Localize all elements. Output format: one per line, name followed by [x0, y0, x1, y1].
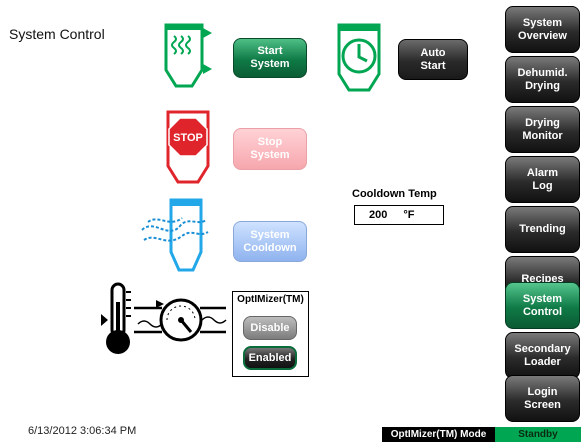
nav-login-screen[interactable]: Login Screen: [505, 375, 580, 422]
cooldown-temp-value: 200: [369, 209, 388, 221]
clock-hopper-icon: [337, 23, 381, 92]
optimizer-title: OptIMizer(TM): [237, 294, 304, 305]
auto-start-button[interactable]: Auto Start: [398, 39, 468, 80]
stop-system-button[interactable]: Stop System: [233, 128, 307, 170]
optimizer-panel: OptIMizer(TM) Disable Enabled: [232, 291, 309, 377]
svg-text:STOP: STOP: [173, 132, 203, 144]
optimizer-enabled-button[interactable]: Enabled: [243, 346, 297, 370]
nav-drying-monitor[interactable]: Drying Monitor: [505, 106, 580, 153]
nav-secondary-loader[interactable]: Secondary Loader: [505, 332, 580, 379]
status-badge: Standby: [495, 427, 581, 442]
stop-hopper-icon: STOP: [166, 110, 210, 184]
nav-dehumid-drying[interactable]: Dehumid. Drying: [505, 56, 580, 103]
cooldown-hopper-icon: [141, 198, 209, 272]
nav-trending[interactable]: Trending: [505, 206, 580, 253]
page-title: System Control: [9, 26, 105, 42]
hopper-heat-icon: [164, 23, 212, 88]
timestamp: 6/13/2012 3:06:34 PM: [28, 425, 137, 437]
cooldown-temp-unit: °F: [403, 209, 415, 221]
nav-system-overview[interactable]: System Overview: [505, 6, 580, 53]
nav-system-control[interactable]: System Control: [505, 282, 580, 329]
cooldown-temp-field[interactable]: 200 °F: [354, 205, 444, 225]
system-cooldown-button[interactable]: System Cooldown: [233, 221, 307, 262]
optimizer-disable-button[interactable]: Disable: [243, 316, 297, 340]
nav-alarm-log[interactable]: Alarm Log: [505, 156, 580, 203]
start-system-button[interactable]: Start System: [233, 38, 307, 78]
cooldown-temp-label: Cooldown Temp: [352, 188, 437, 200]
thermometer-gauge-icon: [101, 282, 227, 354]
optimizer-mode-label: OptIMizer(TM) Mode: [382, 427, 495, 442]
